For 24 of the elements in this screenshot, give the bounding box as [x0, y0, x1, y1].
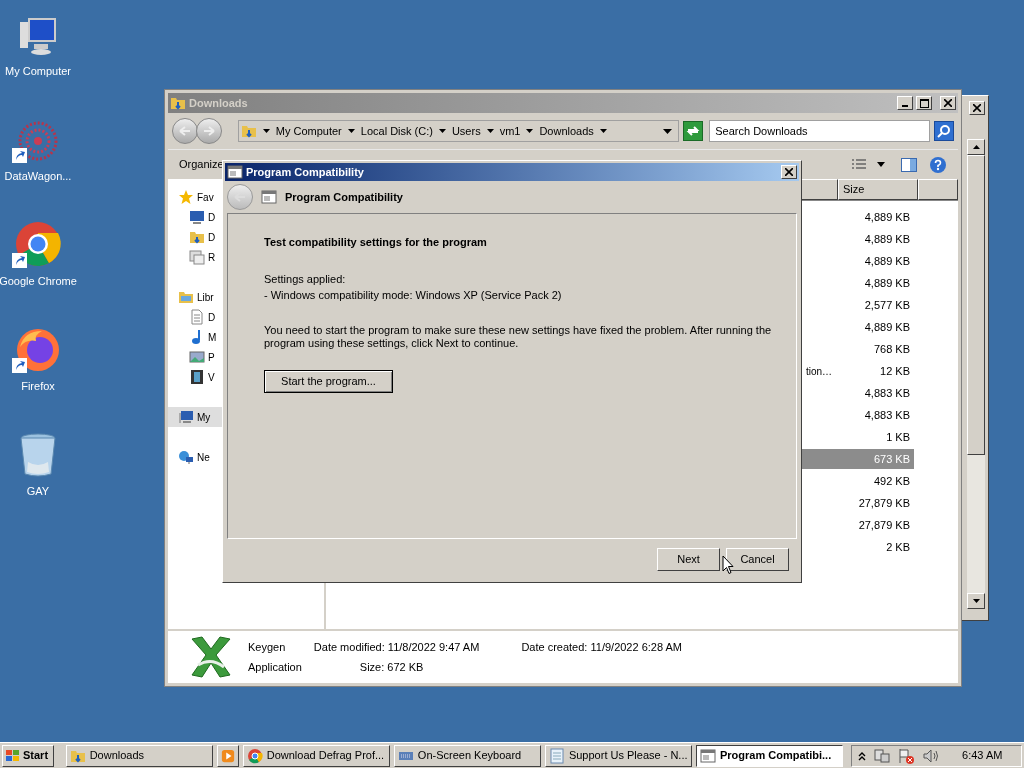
- file-size-cell-text: 1 KB: [885, 429, 911, 445]
- content-heading: Test compatibility settings for the program: [264, 235, 488, 250]
- file-size-cell-text: 27,879 KB: [857, 495, 911, 511]
- setting-line: - Windows compatibility mode: Windows XP (Service Pack 2): [264, 288, 563, 303]
- date-created: Date created: 11/9/2022 6:28 AM: [521, 639, 683, 655]
- settings-label: Settings applied:: [264, 271, 347, 287]
- file-size-cell-text: 4,889 KB: [863, 253, 911, 269]
- file-type-cell-text: tion…: [805, 364, 832, 379]
- file-size: Size: 672 KB: [358, 660, 425, 675]
- dialog-header: Program Compatibility: [285, 189, 403, 205]
- file-type: Application: [248, 660, 302, 675]
- file-name: Keygen: [248, 639, 287, 655]
- file-size-cell-text: 2 KB: [885, 539, 911, 555]
- instruction-text: You need to start the program to make sure these new settings have fixed the problem. After running the program using these settings, click Next to continue.: [264, 323, 773, 350]
- date-modified: Date modified: 11/8/2022 9:47 AM: [313, 639, 480, 655]
- file-size-cell-text: 673 KB: [872, 451, 911, 467]
- dialog-title: Program Compatibility: [246, 164, 365, 180]
- file-size-cell-text: 492 KB: [872, 473, 911, 489]
- file-size-cell-text: 27,879 KB: [857, 517, 911, 533]
- search-placeholder: Search Downloads: [715, 123, 808, 139]
- window-title: Downloads: [189, 95, 249, 111]
- file-size-cell-text: 4,889 KB: [863, 209, 911, 225]
- file-size-cell-text: 4,883 KB: [863, 407, 911, 423]
- file-size-cell-text: 12 KB: [879, 363, 911, 379]
